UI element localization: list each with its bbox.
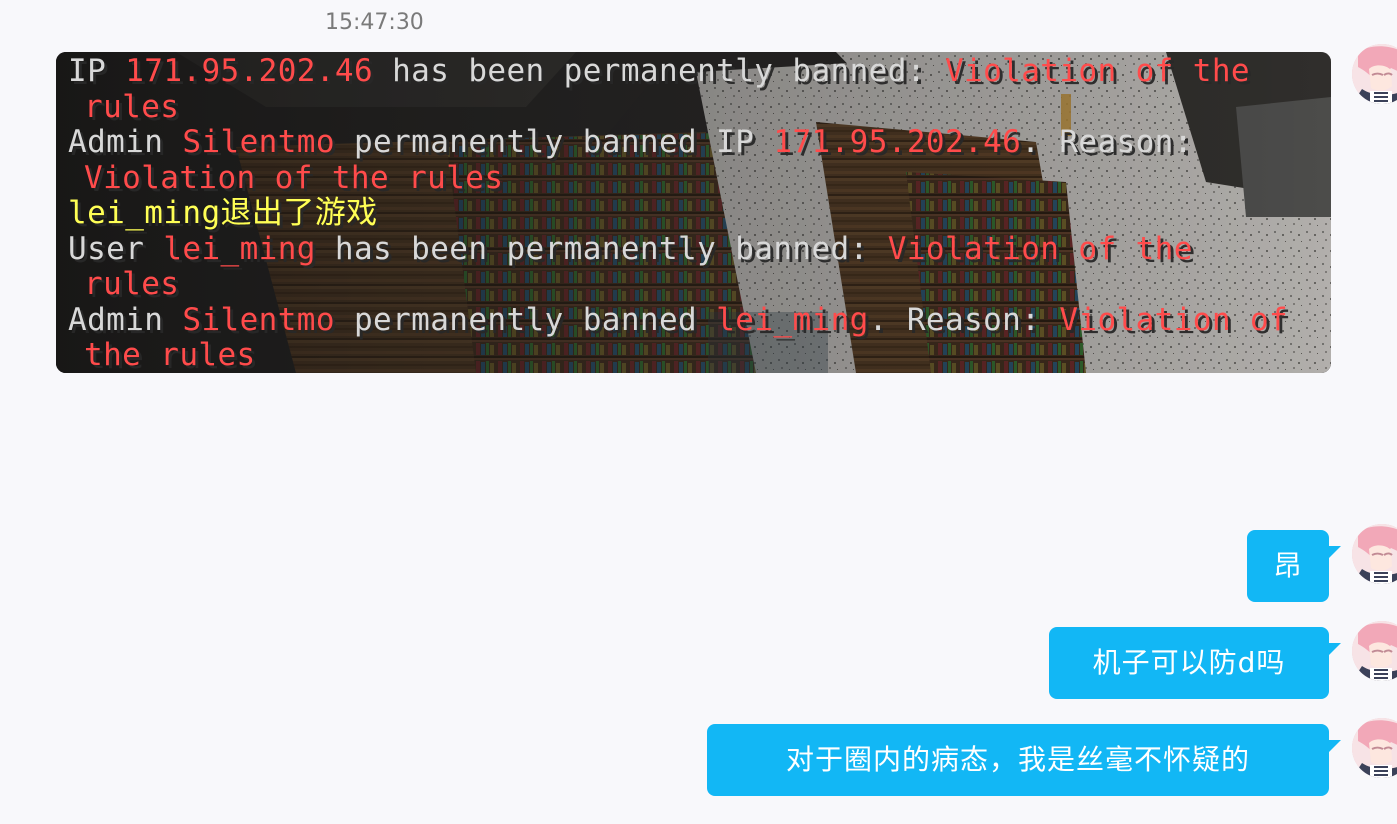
minecraft-chat-segment: rules [84,266,180,302]
minecraft-chat-segment: lei_ming [163,230,316,267]
minecraft-chat-segment: lei_ming [68,195,221,231]
minecraft-chat-segment: has been permanently banned: [373,53,945,89]
minecraft-chat-line: lei_ming退出了游戏 [68,195,1326,232]
minecraft-chat-line: rules [68,88,1326,126]
user-avatar[interactable] [1352,718,1397,778]
avatar-image-icon [1352,621,1397,681]
minecraft-chat-line: User lei_ming has been permanently banne… [68,230,1326,268]
message-bubble[interactable]: 对于圈内的病态，我是丝毫不怀疑的 [707,724,1341,796]
minecraft-chat-segment: 退出了游戏 [220,195,378,231]
avatar-image-icon [1352,718,1397,778]
minecraft-chat-line: Violation of the rules [68,159,1326,197]
minecraft-chat-segment: 171.95.202.46 [773,124,1022,160]
minecraft-chat-segment: IP [68,53,126,89]
minecraft-chat-segment: Violation of the rules [84,159,504,196]
user-avatar[interactable] [1352,621,1397,681]
minecraft-chat-segment: . Reason: [1021,124,1193,160]
minecraft-chat-segment: Silentmo [182,301,335,338]
minecraft-chat-segment: lei_ming [716,301,869,338]
user-avatar[interactable] [1352,524,1397,584]
minecraft-chat-segment: has been permanently banned: [315,230,888,267]
minecraft-chat-segment: Violation of the [887,230,1193,267]
minecraft-chat-segment: rules [84,88,180,125]
minecraft-chat-line: Admin Silentmo permanently banned IP 171… [68,124,1326,161]
minecraft-chat-segment: Silentmo [182,124,335,160]
avatar-image-icon [1352,524,1397,584]
minecraft-chat-segment: Admin [68,124,183,160]
minecraft-chat-screenshot[interactable]: IP 171.95.202.46 has been permanently ba… [56,52,1331,373]
minecraft-chat-segment: Violation of [1059,301,1289,338]
minecraft-chat-line: IP 171.95.202.46 has been permanently ba… [68,53,1326,90]
minecraft-chat-line: the rules [68,337,1326,373]
minecraft-chat-segment: permanently banned IP [334,124,774,160]
message-bubble[interactable]: 机子可以防d吗 [1049,627,1341,699]
minecraft-chat-segment: . Reason: [868,301,1060,338]
minecraft-chat-segment: User [68,230,164,267]
message-timestamp: 15:47:30 [325,10,424,35]
minecraft-chat-segment: Admin [68,301,183,338]
minecraft-chat-segment: the rules [84,337,256,373]
minecraft-chat-line: Admin Silentmo permanently banned lei_mi… [68,301,1326,339]
minecraft-chat-line: rules [68,266,1326,303]
user-avatar[interactable] [1352,44,1397,104]
avatar-image-icon [1352,44,1397,104]
message-bubble[interactable]: 昂 [1247,530,1341,602]
minecraft-chat-log: IP 171.95.202.46 has been permanently ba… [68,53,1326,373]
minecraft-chat-segment: permanently banned [334,301,717,338]
minecraft-chat-segment: 171.95.202.46 [125,53,374,89]
minecraft-chat-segment: Violation of the [944,53,1250,89]
